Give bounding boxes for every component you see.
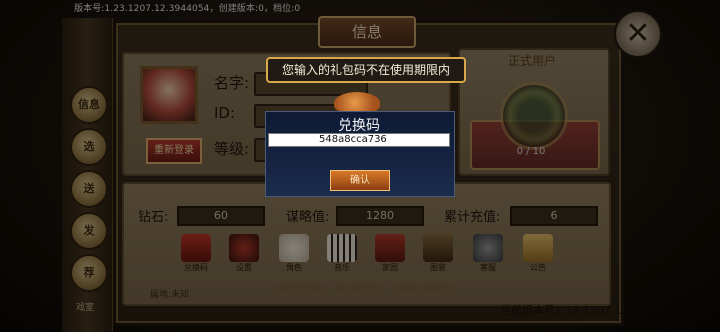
game-screen: 版本号:1.23.1207.12.3944054，创建版本:0，档位:0 信息 …	[0, 0, 720, 332]
error-toast: 您输入的礼包码不在使用期限内	[266, 57, 466, 83]
confirm-button[interactable]: 确认	[330, 170, 390, 191]
redeem-code-input[interactable]	[268, 133, 450, 147]
redeem-dialog-title: 兑换码	[338, 118, 380, 134]
